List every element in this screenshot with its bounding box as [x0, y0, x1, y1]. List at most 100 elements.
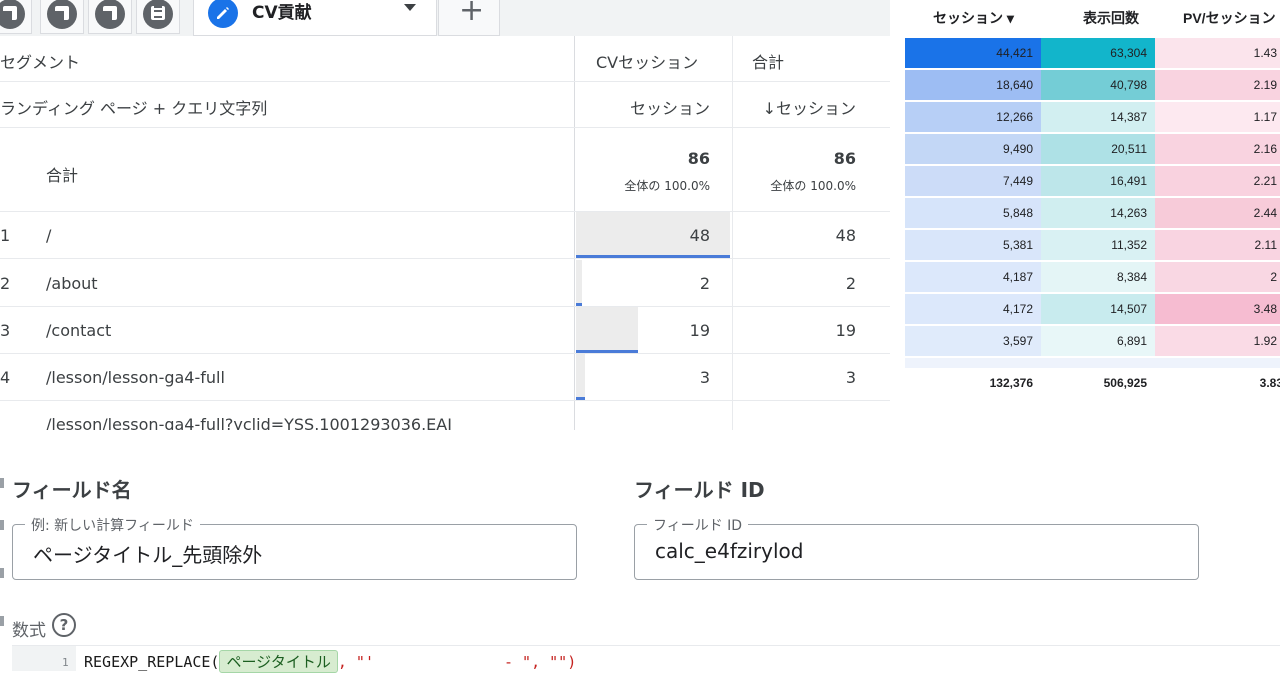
- landing-page[interactable]: /: [46, 226, 51, 245]
- table-cell: 4,172: [905, 294, 1041, 324]
- table-cell: 2.44: [1155, 198, 1280, 228]
- row-index: 4: [0, 368, 11, 387]
- table-row[interactable]: 4/lesson/lesson-ga4-full 3 3: [0, 354, 890, 401]
- segment-header-cv[interactable]: CVセッション: [596, 49, 698, 73]
- edge-marker: [0, 568, 4, 578]
- row-index: 3: [0, 321, 11, 340]
- chevron-down-icon[interactable]: [404, 4, 416, 11]
- table-cell: 1.43: [1155, 38, 1280, 68]
- table-cell: 14,507: [1041, 294, 1155, 324]
- tab-2[interactable]: [40, 0, 84, 34]
- tab-4[interactable]: [136, 0, 180, 34]
- table-cell: 1.92: [1155, 326, 1280, 356]
- total-share-total: 全体の 100.0%: [770, 179, 856, 193]
- help-icon[interactable]: ?: [52, 613, 76, 637]
- edge-marker: [0, 616, 4, 626]
- table-cell: 14,263: [1041, 198, 1155, 228]
- field-id-label: フィールド ID: [647, 515, 749, 535]
- table-cell: 2.21: [1155, 166, 1280, 196]
- table-cell: 5,848: [905, 198, 1041, 228]
- cv-sessions-value: 48: [689, 226, 710, 245]
- field-id-title: フィールド ID: [634, 478, 765, 502]
- table-cell: 63,304: [1041, 38, 1155, 68]
- landing-page[interactable]: /contact: [46, 321, 111, 340]
- field-name-value: ページタイトル_先頭除外: [33, 543, 263, 567]
- add-tab-button[interactable]: +: [438, 0, 500, 36]
- table-cell: 16,491: [1041, 166, 1155, 196]
- report-table: セッション ▾ 表示回数 PV/セッション 44,421 63,304 1.43 18…: [905, 0, 1280, 405]
- table-cell: 1.17: [1155, 102, 1280, 132]
- table-cell: 40,798: [1041, 70, 1155, 100]
- total-value-cv: 86: [687, 149, 710, 168]
- total-row: 合計 86 全体の 100.0% 86 全体の 100.0%: [0, 128, 890, 212]
- table-cell: 12,266: [905, 102, 1041, 132]
- cv-sessions-value: 2: [699, 274, 710, 293]
- line-number: 1: [62, 656, 69, 669]
- metric-header-cv[interactable]: セッション: [576, 95, 710, 119]
- tab-1[interactable]: [0, 0, 32, 34]
- table-cell: 11,352: [1041, 230, 1155, 260]
- table-cell: 18,640: [905, 70, 1041, 100]
- tab-cv-contribution[interactable]: CV貢献: [193, 0, 437, 36]
- total-sessions-value: 19: [835, 321, 856, 340]
- tab-1-icon: [0, 0, 25, 29]
- tab-2-icon: [47, 0, 77, 29]
- segment-header-total[interactable]: 合計: [752, 49, 784, 73]
- total-value-total: 86: [833, 149, 856, 168]
- total-sessions-value: 48: [835, 226, 856, 245]
- table-cell: 14,387: [1041, 102, 1155, 132]
- total-sessions-value: 3: [845, 368, 856, 387]
- metric-header-total[interactable]: ↓セッション: [734, 95, 856, 119]
- session-bar-line: [576, 255, 730, 258]
- table-row[interactable]: 2/about 2 2: [0, 260, 890, 307]
- exploration-panel: CV貢献 + セグメント CVセッション 合計 ランディング ページ + クエリ…: [0, 0, 890, 430]
- table-row[interactable]: /lesson/lesson-ga4-full?yclid=YSS.100129…: [0, 401, 890, 430]
- total-label: 合計: [46, 166, 79, 185]
- table-row[interactable]: 3/contact 19 19: [0, 307, 890, 354]
- cv-sessions-value: 3: [699, 368, 710, 387]
- landing-page[interactable]: /lesson/lesson-ga4-full: [46, 368, 225, 387]
- field-id-input[interactable]: フィールド ID calc_e4fzirylod: [634, 515, 1199, 580]
- total-share-cv: 全体の 100.0%: [624, 179, 710, 193]
- landing-page[interactable]: /about: [46, 274, 98, 293]
- table-cell: 2.19: [1155, 70, 1280, 100]
- column-header-views[interactable]: 表示回数: [1083, 8, 1139, 28]
- column-header-sessions[interactable]: セッション ▾: [933, 8, 1014, 28]
- total-sessions-value: 2: [845, 274, 856, 293]
- formula-editor[interactable]: 1 REGEXP_REPLACE(ページタイトル, "' - ", ""): [12, 645, 1280, 673]
- table-cell: 6,891: [1041, 326, 1155, 356]
- tab-3-icon: [95, 0, 125, 29]
- table-cell: 5,381: [905, 230, 1041, 260]
- table-row[interactable]: 1 / 48 48: [0, 212, 890, 259]
- edge-marker: [0, 478, 4, 488]
- total-sessions: 132,376: [989, 376, 1033, 390]
- code-function: REGEXP_REPLACE(: [84, 653, 220, 671]
- session-bar-line: [576, 397, 585, 400]
- total-pv-per-session: 3.83: [1259, 376, 1280, 390]
- field-name-placeholder: 例: 新しい計算フィールド: [25, 515, 200, 535]
- table-cell: 4,187: [905, 262, 1041, 292]
- row-index: 2: [0, 274, 11, 293]
- cv-sessions-value: 19: [689, 321, 710, 340]
- dimension-subheader: ランディング ページ + クエリ文字列: [0, 99, 268, 118]
- row-index: 1: [0, 226, 11, 245]
- dimension-header: セグメント: [0, 53, 81, 72]
- formula-label: 数式: [12, 621, 46, 641]
- editor-gutter: 1: [12, 646, 76, 671]
- row-separator: [905, 358, 1280, 368]
- column-header-pv-per-session[interactable]: PV/セッション: [1183, 8, 1276, 28]
- code-args-end: - ", ""): [504, 653, 577, 671]
- table-cell: 9,490: [905, 134, 1041, 164]
- field-name-input[interactable]: 例: 新しい計算フィールド ページタイトル_先頭除外: [12, 515, 577, 580]
- table-cell: 3,597: [905, 326, 1041, 356]
- calculated-field-form: フィールド名 例: 新しい計算フィールド ページタイトル_先頭除外 フィールド …: [0, 440, 1280, 673]
- tab-title: CV貢献: [252, 3, 312, 23]
- pencil-icon: [208, 0, 238, 28]
- table-cell: 2.16: [1155, 134, 1280, 164]
- table-cell: 20,511: [1041, 134, 1155, 164]
- tab-3[interactable]: [88, 0, 132, 34]
- field-id-value: calc_e4fzirylod: [655, 539, 804, 563]
- table-cell: 7,449: [905, 166, 1041, 196]
- session-bar-line: [576, 303, 582, 306]
- landing-page[interactable]: /lesson/lesson-ga4-full?yclid=YSS.100129…: [46, 415, 452, 430]
